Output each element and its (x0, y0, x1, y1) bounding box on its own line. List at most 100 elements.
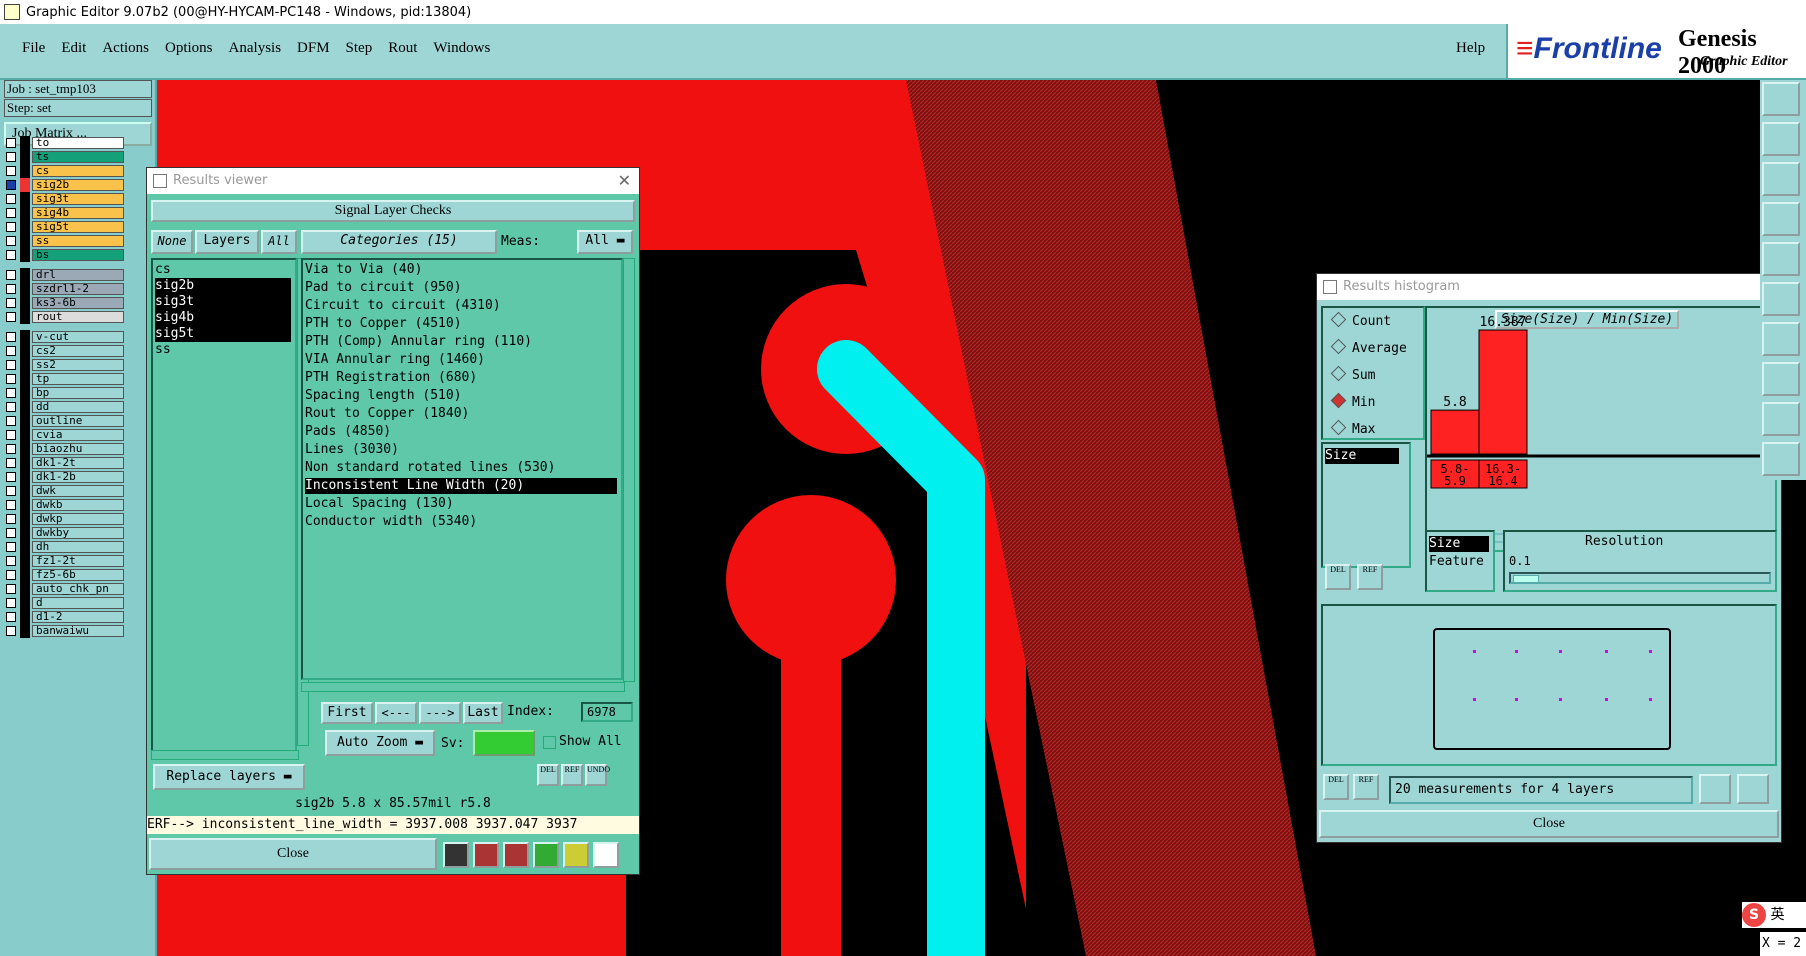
layer-checkbox[interactable] (6, 152, 16, 162)
hist-ref-button[interactable]: REF (1357, 564, 1383, 590)
category-item[interactable]: PTH Registration (680) (305, 370, 617, 386)
layer-checkbox[interactable] (6, 180, 16, 190)
layer-row[interactable]: banwaiwu (6, 624, 124, 638)
tool-numbers-icon[interactable] (533, 842, 559, 868)
undo-button[interactable]: UNDO (585, 764, 610, 786)
categories-list[interactable]: Via to Via (40) Pad to circuit (950) Circu… (301, 258, 623, 680)
histogram-bar[interactable] (1430, 409, 1480, 455)
layer-row[interactable]: sig5t (6, 220, 124, 234)
resolution-slider[interactable] (1509, 572, 1771, 584)
layer-row[interactable]: tp (6, 372, 124, 386)
preview-del-button[interactable]: DEL (1323, 774, 1349, 800)
layer-checkbox[interactable] (6, 514, 16, 524)
layer-row[interactable]: fz5-6b (6, 568, 124, 582)
measurement-marker[interactable] (1649, 698, 1652, 701)
rv-layer-item[interactable]: ss (155, 342, 291, 358)
ref-button[interactable]: REF (561, 764, 583, 786)
layers-button[interactable]: Layers (195, 230, 259, 254)
categories-button[interactable]: Categories (15) (301, 230, 497, 254)
rv-layer-item[interactable]: cs (155, 262, 291, 278)
mode-radio-min[interactable]: Min (1330, 392, 1375, 410)
layer-checkbox[interactable] (6, 542, 16, 552)
measurement-marker[interactable] (1473, 698, 1476, 701)
category-item[interactable]: Rout to Copper (1840) (305, 406, 617, 422)
measurement-marker[interactable] (1559, 650, 1562, 653)
layer-checkbox[interactable] (6, 570, 16, 580)
layer-checkbox[interactable] (6, 612, 16, 622)
menu-edit[interactable]: Edit (53, 38, 94, 59)
all-button[interactable]: All (261, 230, 297, 254)
mode-radio-max[interactable]: Max (1330, 419, 1375, 437)
layer-row[interactable]: auto_chk_pn (6, 582, 124, 596)
layer-checkbox[interactable] (6, 472, 16, 482)
field-size[interactable]: Size (1325, 448, 1399, 464)
layer-row[interactable]: dwk (6, 484, 124, 498)
next-button[interactable]: ---> (419, 702, 461, 724)
menu-analysis[interactable]: Analysis (221, 38, 290, 59)
first-button[interactable]: First (321, 702, 373, 724)
layer-checkbox[interactable] (6, 626, 16, 636)
layer-row[interactable]: ss (6, 234, 124, 248)
layer-row[interactable]: ks3-6b (6, 296, 124, 310)
category-item[interactable]: Pads (4850) (305, 424, 617, 440)
prev-button[interactable]: <--- (375, 702, 417, 724)
layer-row[interactable]: sig4b (6, 206, 124, 220)
mode-radio-count[interactable]: Count (1330, 311, 1391, 329)
tool-clear-icon[interactable] (503, 842, 529, 868)
layer-checkbox[interactable] (6, 360, 16, 370)
tool-flag-icon[interactable] (443, 842, 469, 868)
tool-color-icon[interactable] (1762, 282, 1800, 316)
menu-dfm[interactable]: DFM (289, 38, 338, 59)
layer-row[interactable]: to (6, 136, 124, 150)
layer-checkbox[interactable] (6, 236, 16, 246)
layer-row[interactable]: sig2b (6, 178, 124, 192)
layer-row[interactable]: dwkb (6, 498, 124, 512)
layer-row[interactable]: outline (6, 414, 124, 428)
layer-checkbox[interactable] (6, 270, 16, 280)
layer-row[interactable]: rout (6, 310, 124, 324)
del-button[interactable]: DEL (537, 764, 559, 786)
menu-step[interactable]: Step (338, 38, 381, 59)
rv-layer-item[interactable]: sig2b (155, 278, 291, 294)
tool-report-icon[interactable] (563, 842, 589, 868)
layer-row[interactable]: bp (6, 386, 124, 400)
rv-layer-item[interactable]: sig4b (155, 310, 291, 326)
category-item[interactable]: Spacing length (510) (305, 388, 617, 404)
category-item[interactable]: Conductor width (5340) (305, 514, 617, 530)
category-item[interactable]: Local Spacing (130) (305, 496, 617, 512)
layer-checkbox[interactable] (6, 346, 16, 356)
layer-row[interactable]: fz1-2t (6, 554, 124, 568)
layer-row[interactable]: v-cut (6, 330, 124, 344)
layer-checkbox[interactable] (6, 598, 16, 608)
mode-radio-average[interactable]: Average (1330, 338, 1407, 356)
slider-thumb[interactable] (1513, 575, 1539, 583)
layer-row[interactable]: drl (6, 268, 124, 282)
replace-layers-dropdown[interactable]: Replace layers ▬ (153, 764, 305, 790)
hist-del-button[interactable]: DEL (1325, 564, 1351, 590)
layer-checkbox[interactable] (6, 500, 16, 510)
layer-checkbox[interactable] (6, 298, 16, 308)
layer-checkbox[interactable] (6, 458, 16, 468)
category-item[interactable]: VIA Annular ring (1460) (305, 352, 617, 368)
layer-checkbox[interactable] (6, 312, 16, 322)
menu-actions[interactable]: Actions (94, 38, 157, 59)
measurement-marker[interactable] (1515, 650, 1518, 653)
show-all-checkbox[interactable] (543, 736, 556, 749)
layer-checkbox[interactable] (6, 402, 16, 412)
none-button[interactable]: None (151, 230, 193, 254)
attribute-item[interactable]: Size (1429, 536, 1489, 552)
layer-checkbox[interactable] (6, 416, 16, 426)
layer-row[interactable]: bs (6, 248, 124, 262)
layer-checkbox[interactable] (6, 430, 16, 440)
tool-color5-icon[interactable] (1762, 442, 1800, 476)
histogram-bar[interactable] (1478, 329, 1528, 455)
tool-histogram-icon[interactable] (593, 842, 619, 868)
layer-checkbox[interactable] (6, 374, 16, 384)
close-button[interactable]: Close (149, 838, 437, 870)
category-item[interactable]: PTH to Copper (4510) (305, 316, 617, 332)
tool-graph-icon[interactable] (473, 842, 499, 868)
close-icon[interactable]: ✕ (618, 168, 631, 194)
layer-checkbox[interactable] (6, 388, 16, 398)
layer-row[interactable]: ss2 (6, 358, 124, 372)
layer-row[interactable]: d1-2 (6, 610, 124, 624)
